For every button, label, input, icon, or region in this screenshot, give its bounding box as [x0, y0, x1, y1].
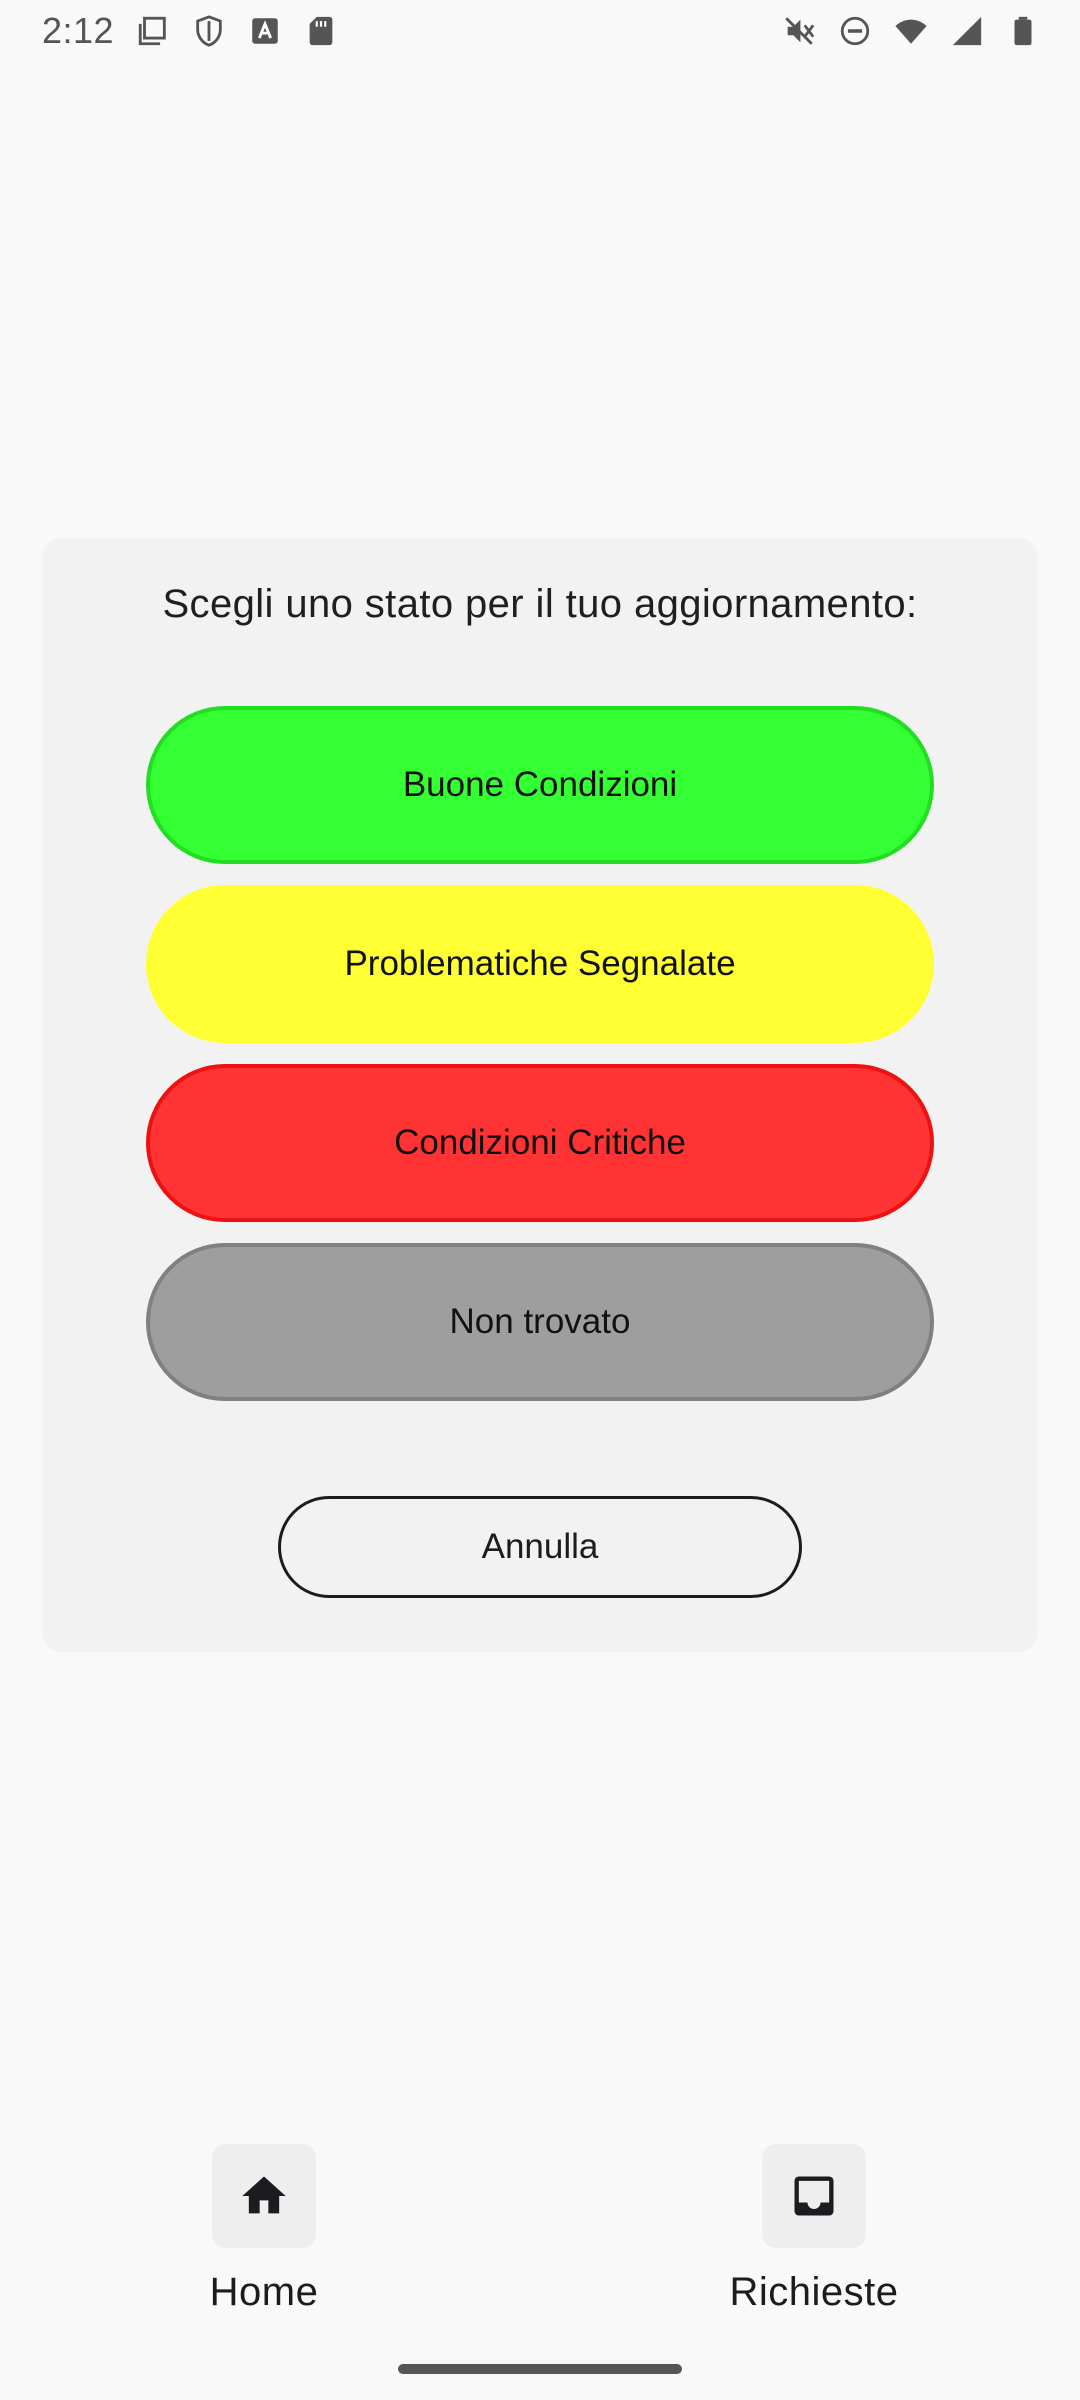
status-bar-right	[782, 14, 1040, 48]
nav-item-home[interactable]: Home	[134, 2144, 394, 2315]
text-a-icon	[248, 14, 282, 48]
option-reported-issues-button[interactable]: Problematiche Segnalate	[146, 885, 934, 1043]
bottom-navigation: Home Richieste	[0, 2120, 1080, 2360]
option-label: Buone Condizioni	[402, 765, 678, 804]
gesture-handle[interactable]	[398, 2364, 682, 2374]
sd-card-icon	[304, 14, 338, 48]
mute-icon	[782, 14, 816, 48]
battery-icon	[1006, 14, 1040, 48]
option-not-found-button[interactable]: Non trovato	[146, 1243, 934, 1401]
nav-label-home: Home	[209, 2270, 319, 2314]
wifi-icon	[894, 14, 928, 48]
status-time: 2:12	[42, 10, 115, 51]
option-label: Problematiche Segnalate	[344, 944, 736, 983]
screenshot-icon	[136, 14, 170, 48]
option-label: Non trovato	[449, 1302, 631, 1341]
inbox-icon	[762, 2144, 866, 2248]
screen: 2:12 Scegli uno stato per il tuo aggiorn…	[0, 0, 1080, 2400]
shield-icon	[192, 14, 226, 48]
cancel-label: Annulla	[481, 1527, 599, 1566]
option-critical-conditions-button[interactable]: Condizioni Critiche	[146, 1064, 934, 1222]
status-bar-left: 2:12	[42, 10, 338, 52]
dnd-icon	[838, 14, 872, 48]
dialog-title: Scegli uno stato per il tuo aggiornament…	[162, 582, 918, 626]
option-good-conditions-button[interactable]: Buone Condizioni	[146, 706, 934, 864]
option-label: Condizioni Critiche	[394, 1123, 686, 1162]
status-dialog: Scegli uno stato per il tuo aggiornament…	[42, 538, 1038, 1652]
home-icon	[212, 2144, 316, 2248]
cancel-button[interactable]: Annulla	[278, 1496, 802, 1598]
nav-label-requests: Richieste	[729, 2270, 899, 2314]
status-bar: 2:12	[0, 0, 1080, 62]
signal-icon	[950, 14, 984, 48]
nav-item-requests[interactable]: Richieste	[684, 2144, 944, 2315]
